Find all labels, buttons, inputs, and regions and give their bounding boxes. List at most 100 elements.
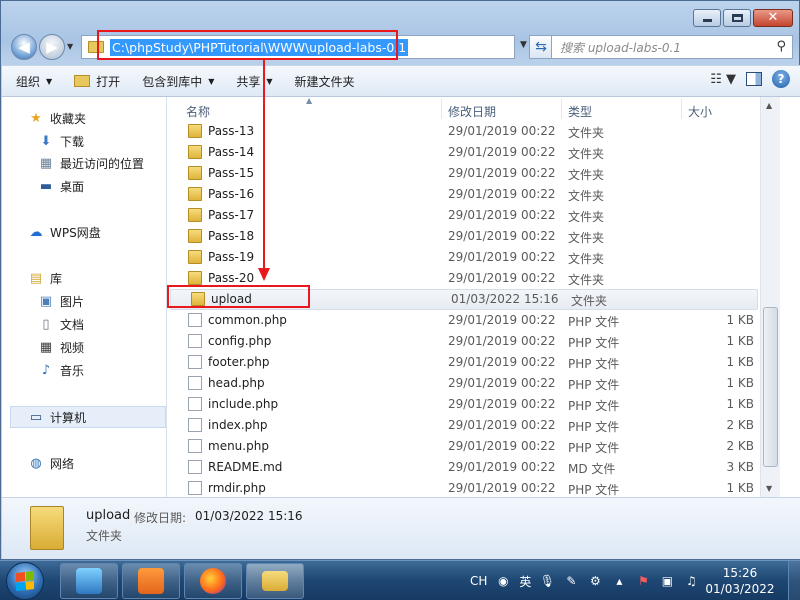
file-row[interactable]: Pass-19 29/01/2019 00:22 文件夹 xyxy=(168,247,780,268)
column-date[interactable]: 修改日期 xyxy=(448,103,496,120)
column-divider[interactable] xyxy=(681,99,682,119)
close-button[interactable]: ✕ xyxy=(753,9,793,27)
close-icon: ✕ xyxy=(767,10,779,25)
nav-pictures[interactable]: ▣ 图片 xyxy=(38,291,84,311)
file-date: 29/01/2019 00:22 xyxy=(448,376,556,390)
back-button[interactable]: ◀ xyxy=(11,34,37,60)
file-row[interactable]: Pass-18 29/01/2019 00:22 文件夹 xyxy=(168,226,780,247)
open-button[interactable]: 打开 xyxy=(66,69,128,93)
ime-icon[interactable]: ◉ xyxy=(495,573,511,589)
folder-large-icon xyxy=(30,506,64,550)
nav-documents-label: 文档 xyxy=(60,317,85,332)
preview-pane-icon[interactable] xyxy=(746,72,762,86)
file-row[interactable]: head.php 29/01/2019 00:22 PHP 文件 1 KB xyxy=(168,373,780,394)
file-row[interactable]: common.php 29/01/2019 00:22 PHP 文件 1 KB xyxy=(168,310,780,331)
refresh-button[interactable]: ⇆ xyxy=(529,35,553,59)
action-center-icon[interactable]: ⚑ xyxy=(635,573,651,589)
share-button[interactable]: 共享 ▼ xyxy=(228,69,280,93)
library-icon: ▤ xyxy=(29,270,43,286)
forward-button[interactable]: ▶ xyxy=(39,34,65,60)
video-icon: ▦ xyxy=(39,339,53,355)
file-row[interactable]: Pass-14 29/01/2019 00:22 文件夹 xyxy=(168,142,780,163)
clock[interactable]: 15:26 01/03/2022 xyxy=(700,565,780,597)
file-row[interactable]: Pass-13 29/01/2019 00:22 文件夹 xyxy=(168,121,780,142)
file-date: 29/01/2019 00:22 xyxy=(448,418,556,432)
file-row[interactable]: config.php 29/01/2019 00:22 PHP 文件 1 KB xyxy=(168,331,780,352)
vertical-scrollbar[interactable]: ▲ ▼ xyxy=(760,97,780,497)
nav-network-label: 网络 xyxy=(50,456,75,471)
taskbar-app-explorer[interactable] xyxy=(246,563,304,599)
organize-button[interactable]: 组织 ▼ xyxy=(8,69,60,93)
taskbar-app-computer[interactable] xyxy=(60,563,118,599)
microphone-icon[interactable]: 🎙 xyxy=(539,573,555,589)
nav-recent[interactable]: ▦ 最近访问的位置 xyxy=(38,153,144,173)
new-folder-label: 新建文件夹 xyxy=(294,74,355,89)
nav-pictures-label: 图片 xyxy=(60,294,85,309)
search-icon[interactable]: ⚲ xyxy=(776,39,786,54)
file-date: 01/03/2022 15:16 xyxy=(451,292,559,306)
file-row[interactable]: rmdir.php 29/01/2019 00:22 PHP 文件 1 KB xyxy=(168,478,780,499)
nav-downloads[interactable]: ⬇ 下载 xyxy=(38,131,84,151)
file-date: 29/01/2019 00:22 xyxy=(448,397,556,411)
column-divider[interactable] xyxy=(561,99,562,119)
start-button[interactable] xyxy=(6,562,44,600)
scroll-up-icon[interactable]: ▲ xyxy=(766,101,772,110)
help-icon[interactable]: ? xyxy=(772,70,790,88)
nav-documents[interactable]: ▯ 文档 xyxy=(38,314,84,334)
details-pane: upload 修改日期: 01/03/2022 15:16 文件夹 xyxy=(2,497,800,559)
column-name[interactable]: 名称 xyxy=(186,103,210,120)
file-type: 文件夹 xyxy=(568,189,605,203)
folder-icon xyxy=(262,571,288,591)
nav-music[interactable]: ♪ 音乐 xyxy=(38,360,84,380)
network-tray-icon[interactable]: ▣ xyxy=(659,573,675,589)
ime-mode[interactable]: 英 xyxy=(519,573,531,590)
file-row[interactable]: Pass-15 29/01/2019 00:22 文件夹 xyxy=(168,163,780,184)
volume-icon[interactable]: ♫ xyxy=(683,573,699,589)
file-row[interactable]: include.php 29/01/2019 00:22 PHP 文件 1 KB xyxy=(168,394,780,415)
maximize-button[interactable] xyxy=(723,9,751,27)
new-folder-button[interactable]: 新建文件夹 xyxy=(287,69,363,93)
view-options-icon[interactable]: ☷ ▼ xyxy=(710,72,736,87)
recent-pages-dropdown-icon[interactable]: ▼ xyxy=(67,42,73,51)
file-row[interactable]: menu.php 29/01/2019 00:22 PHP 文件 2 KB xyxy=(168,436,780,457)
refresh-icon: ⇆ xyxy=(535,39,547,55)
nav-desktop[interactable]: ▬ 桌面 xyxy=(38,176,84,196)
taskbar-app-burp[interactable] xyxy=(122,563,180,599)
column-type[interactable]: 类型 xyxy=(568,103,592,120)
nav-libraries[interactable]: ▤ 库 xyxy=(28,268,62,288)
file-row[interactable]: index.php 29/01/2019 00:22 PHP 文件 2 KB xyxy=(168,415,780,436)
search-input[interactable]: 搜索 upload-labs-0.1 ⚲ xyxy=(551,35,793,59)
file-name: head.php xyxy=(208,376,265,390)
file-icon xyxy=(188,376,202,390)
column-divider[interactable] xyxy=(441,99,442,119)
file-icon xyxy=(188,313,202,327)
show-desktop-button[interactable] xyxy=(788,561,800,600)
address-dropdown-icon[interactable]: ▼ xyxy=(520,40,527,50)
nav-network[interactable]: ◍ 网络 xyxy=(28,453,74,473)
file-row[interactable]: Pass-16 29/01/2019 00:22 文件夹 xyxy=(168,184,780,205)
details-name: upload xyxy=(86,508,131,523)
handwriting-icon[interactable]: ✎ xyxy=(563,573,579,589)
file-row[interactable]: Pass-17 29/01/2019 00:22 文件夹 xyxy=(168,205,780,226)
nav-wps[interactable]: ☁ WPS网盘 xyxy=(28,222,101,242)
column-size[interactable]: 大小 xyxy=(688,103,712,120)
tray-expand-icon[interactable]: ▴ xyxy=(611,573,627,589)
settings-icon[interactable]: ⚙ xyxy=(587,573,603,589)
file-type: MD 文件 xyxy=(568,462,616,476)
lightning-app-icon xyxy=(138,568,164,594)
file-size: 3 KB xyxy=(726,460,754,474)
include-library-button[interactable]: 包含到库中 ▼ xyxy=(134,69,222,93)
nav-computer[interactable]: ▭ 计算机 xyxy=(28,407,86,427)
file-row[interactable]: footer.php 29/01/2019 00:22 PHP 文件 1 KB xyxy=(168,352,780,373)
file-type: PHP 文件 xyxy=(568,420,620,434)
file-type: PHP 文件 xyxy=(568,357,620,371)
scroll-down-icon[interactable]: ▼ xyxy=(766,484,772,493)
file-row[interactable]: README.md 29/01/2019 00:22 MD 文件 3 KB xyxy=(168,457,780,478)
details-modified-value: 01/03/2022 15:16 xyxy=(195,509,303,523)
taskbar-app-firefox[interactable] xyxy=(184,563,242,599)
nav-videos[interactable]: ▦ 视频 xyxy=(38,337,84,357)
input-language[interactable]: CH xyxy=(470,574,487,588)
minimize-button[interactable] xyxy=(693,9,721,27)
scrollbar-thumb[interactable] xyxy=(763,307,778,467)
nav-favorites[interactable]: ★ 收藏夹 xyxy=(28,108,86,128)
